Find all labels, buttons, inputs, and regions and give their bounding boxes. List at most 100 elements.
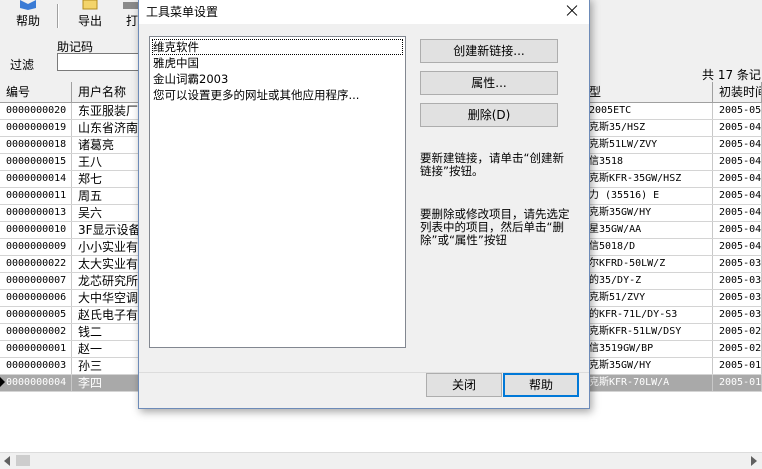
- cell-user-name: 大中华空调: [72, 290, 140, 306]
- cell-id: 0000000013: [0, 205, 72, 221]
- cell-model: 尔KFRD-50LW/Z: [583, 256, 713, 272]
- cell-id: 0000000007: [0, 273, 72, 289]
- dialog-close-button[interactable]: 关闭: [426, 373, 502, 397]
- cell-id: 0000000006: [0, 290, 72, 306]
- column-header-id[interactable]: 编号: [0, 82, 72, 102]
- cell-model: 的KFR-71L/DY-S3: [583, 307, 713, 323]
- cell-install-date: 2005-04: [713, 154, 762, 170]
- cell-install-date: 2005-05: [713, 103, 762, 119]
- help-book-icon: [20, 0, 36, 10]
- dialog-title: 工具菜单设置: [146, 5, 219, 19]
- cell-user-name: 郑七: [72, 171, 140, 187]
- help-toolbar-button[interactable]: 帮助: [6, 0, 50, 30]
- export-toolbar-button[interactable]: 导出: [66, 0, 114, 30]
- cell-id: 0000000018: [0, 137, 72, 153]
- horizontal-scrollbar[interactable]: [0, 452, 762, 469]
- cell-id: 0000000002: [0, 324, 72, 340]
- cell-id: 0000000020: [0, 103, 72, 119]
- cell-id: 0000000004: [0, 375, 72, 391]
- cell-user-name: 赵一: [72, 341, 140, 357]
- cell-model: 克斯KFR-35GW/HSZ: [583, 171, 713, 187]
- cell-install-date: 2005-01: [713, 375, 762, 391]
- cell-install-date: 2005-04: [713, 137, 762, 153]
- cell-user-name: 李四: [72, 375, 140, 391]
- cell-id: 0000000019: [0, 120, 72, 136]
- cell-install-date: 2005-04: [713, 222, 762, 238]
- cell-install-date: 2005-03: [713, 307, 762, 323]
- cell-model: 星35GW/AA: [583, 222, 713, 238]
- export-toolbar-label: 导出: [77, 14, 102, 28]
- close-icon[interactable]: [555, 0, 589, 24]
- scroll-thumb[interactable]: [16, 455, 30, 466]
- delete-button[interactable]: 删除(D): [420, 103, 558, 127]
- cell-id: 0000000022: [0, 256, 72, 272]
- properties-button[interactable]: 属性...: [420, 71, 558, 95]
- cell-model: 克斯KFR-70LW/A: [583, 375, 713, 391]
- cell-install-date: 2005-01: [713, 358, 762, 374]
- export-icon: [82, 0, 98, 10]
- cell-user-name: 王八: [72, 154, 140, 170]
- column-header-model[interactable]: 型: [583, 82, 713, 102]
- cell-user-name: 山东省济南市: [72, 120, 140, 136]
- record-count: 共 17 条记: [702, 68, 761, 82]
- cell-id: 0000000001: [0, 341, 72, 357]
- cell-user-name: 周五: [72, 188, 140, 204]
- link-list[interactable]: 维克软件 雅虎中国 金山词霸2003 您可以设置更多的网址或其他应用程序...: [149, 36, 406, 348]
- cell-user-name: 孙三: [72, 358, 140, 374]
- edit-link-hint: 要删除或修改项目，请先选定列表中的项目，然后单击“删除”或“属性”按钮: [420, 207, 570, 247]
- cell-id: 0000000009: [0, 239, 72, 255]
- cell-install-date: 2005-03: [713, 290, 762, 306]
- cell-id: 0000000011: [0, 188, 72, 204]
- cell-model: 克斯51LW/ZVY: [583, 137, 713, 153]
- cell-install-date: 2005-04: [713, 239, 762, 255]
- cell-install-date: 2005-04: [713, 205, 762, 221]
- cell-install-date: 2005-04: [713, 120, 762, 136]
- cell-user-name: 小小实业有限: [72, 239, 140, 255]
- filter-label: 过滤: [10, 58, 35, 72]
- cell-model: 克斯35GW/HY: [583, 358, 713, 374]
- cell-install-date: 2005-02: [713, 324, 762, 340]
- cell-user-name: 东亚服装厂: [72, 103, 140, 119]
- cell-model: 信3518: [583, 154, 713, 170]
- cell-model: 克斯35/HSZ: [583, 120, 713, 136]
- cell-model: 克斯51/ZVY: [583, 290, 713, 306]
- link-list-item[interactable]: 维克软件: [152, 39, 403, 55]
- dialog-help-button[interactable]: 帮助: [503, 373, 579, 397]
- scroll-left-icon[interactable]: [4, 456, 10, 466]
- mnemonic-input[interactable]: [57, 53, 145, 71]
- help-toolbar-label: 帮助: [15, 14, 40, 28]
- cell-id: 0000000015: [0, 154, 72, 170]
- column-header-install-date[interactable]: 初装时间: [713, 82, 762, 102]
- dialog-titlebar[interactable]: 工具菜单设置: [139, 0, 589, 24]
- cell-install-date: 2005-03: [713, 273, 762, 289]
- link-list-item[interactable]: 您可以设置更多的网址或其他应用程序...: [152, 87, 403, 103]
- cell-user-name: 3F显示设备有: [72, 222, 140, 238]
- cell-user-name: 诸葛亮: [72, 137, 140, 153]
- scroll-right-icon[interactable]: [751, 456, 757, 466]
- cell-id: 0000000005: [0, 307, 72, 323]
- create-link-button[interactable]: 创建新链接...: [420, 39, 558, 63]
- cell-model: 力 (35516) E: [583, 188, 713, 204]
- cell-install-date: 2005-04: [713, 188, 762, 204]
- cell-install-date: 2005-04: [713, 171, 762, 187]
- cell-model: 克斯35GW/HY: [583, 205, 713, 221]
- cell-id: 0000000014: [0, 171, 72, 187]
- cell-user-name: 太大实业有限: [72, 256, 140, 272]
- cell-model: 信5018/D: [583, 239, 713, 255]
- cell-install-date: 2005-03: [713, 256, 762, 272]
- link-list-item[interactable]: 金山词霸2003: [152, 71, 403, 87]
- link-list-item[interactable]: 雅虎中国: [152, 55, 403, 71]
- tool-menu-settings-dialog: 工具菜单设置 维克软件 雅虎中国 金山词霸2003 您可以设置更多的网址或其他应用程序…: [138, 0, 590, 409]
- cell-model: 信3519GW/BP: [583, 341, 713, 357]
- cell-user-name: 钱二: [72, 324, 140, 340]
- cell-model: 2005ETC: [583, 103, 713, 119]
- cell-model: 的35/DY-Z: [583, 273, 713, 289]
- cell-id: 0000000003: [0, 358, 72, 374]
- cell-user-name: 龙芯研究所: [72, 273, 140, 289]
- cell-id: 0000000010: [0, 222, 72, 238]
- cell-install-date: 2005-02: [713, 341, 762, 357]
- cell-model: 克斯KFR-51LW/DSY: [583, 324, 713, 340]
- create-link-hint: 要新建链接，请单击“创建新链接”按钮。: [420, 151, 564, 178]
- cell-user-name: 吴六: [72, 205, 140, 221]
- cell-user-name: 赵氏电子有限: [72, 307, 140, 323]
